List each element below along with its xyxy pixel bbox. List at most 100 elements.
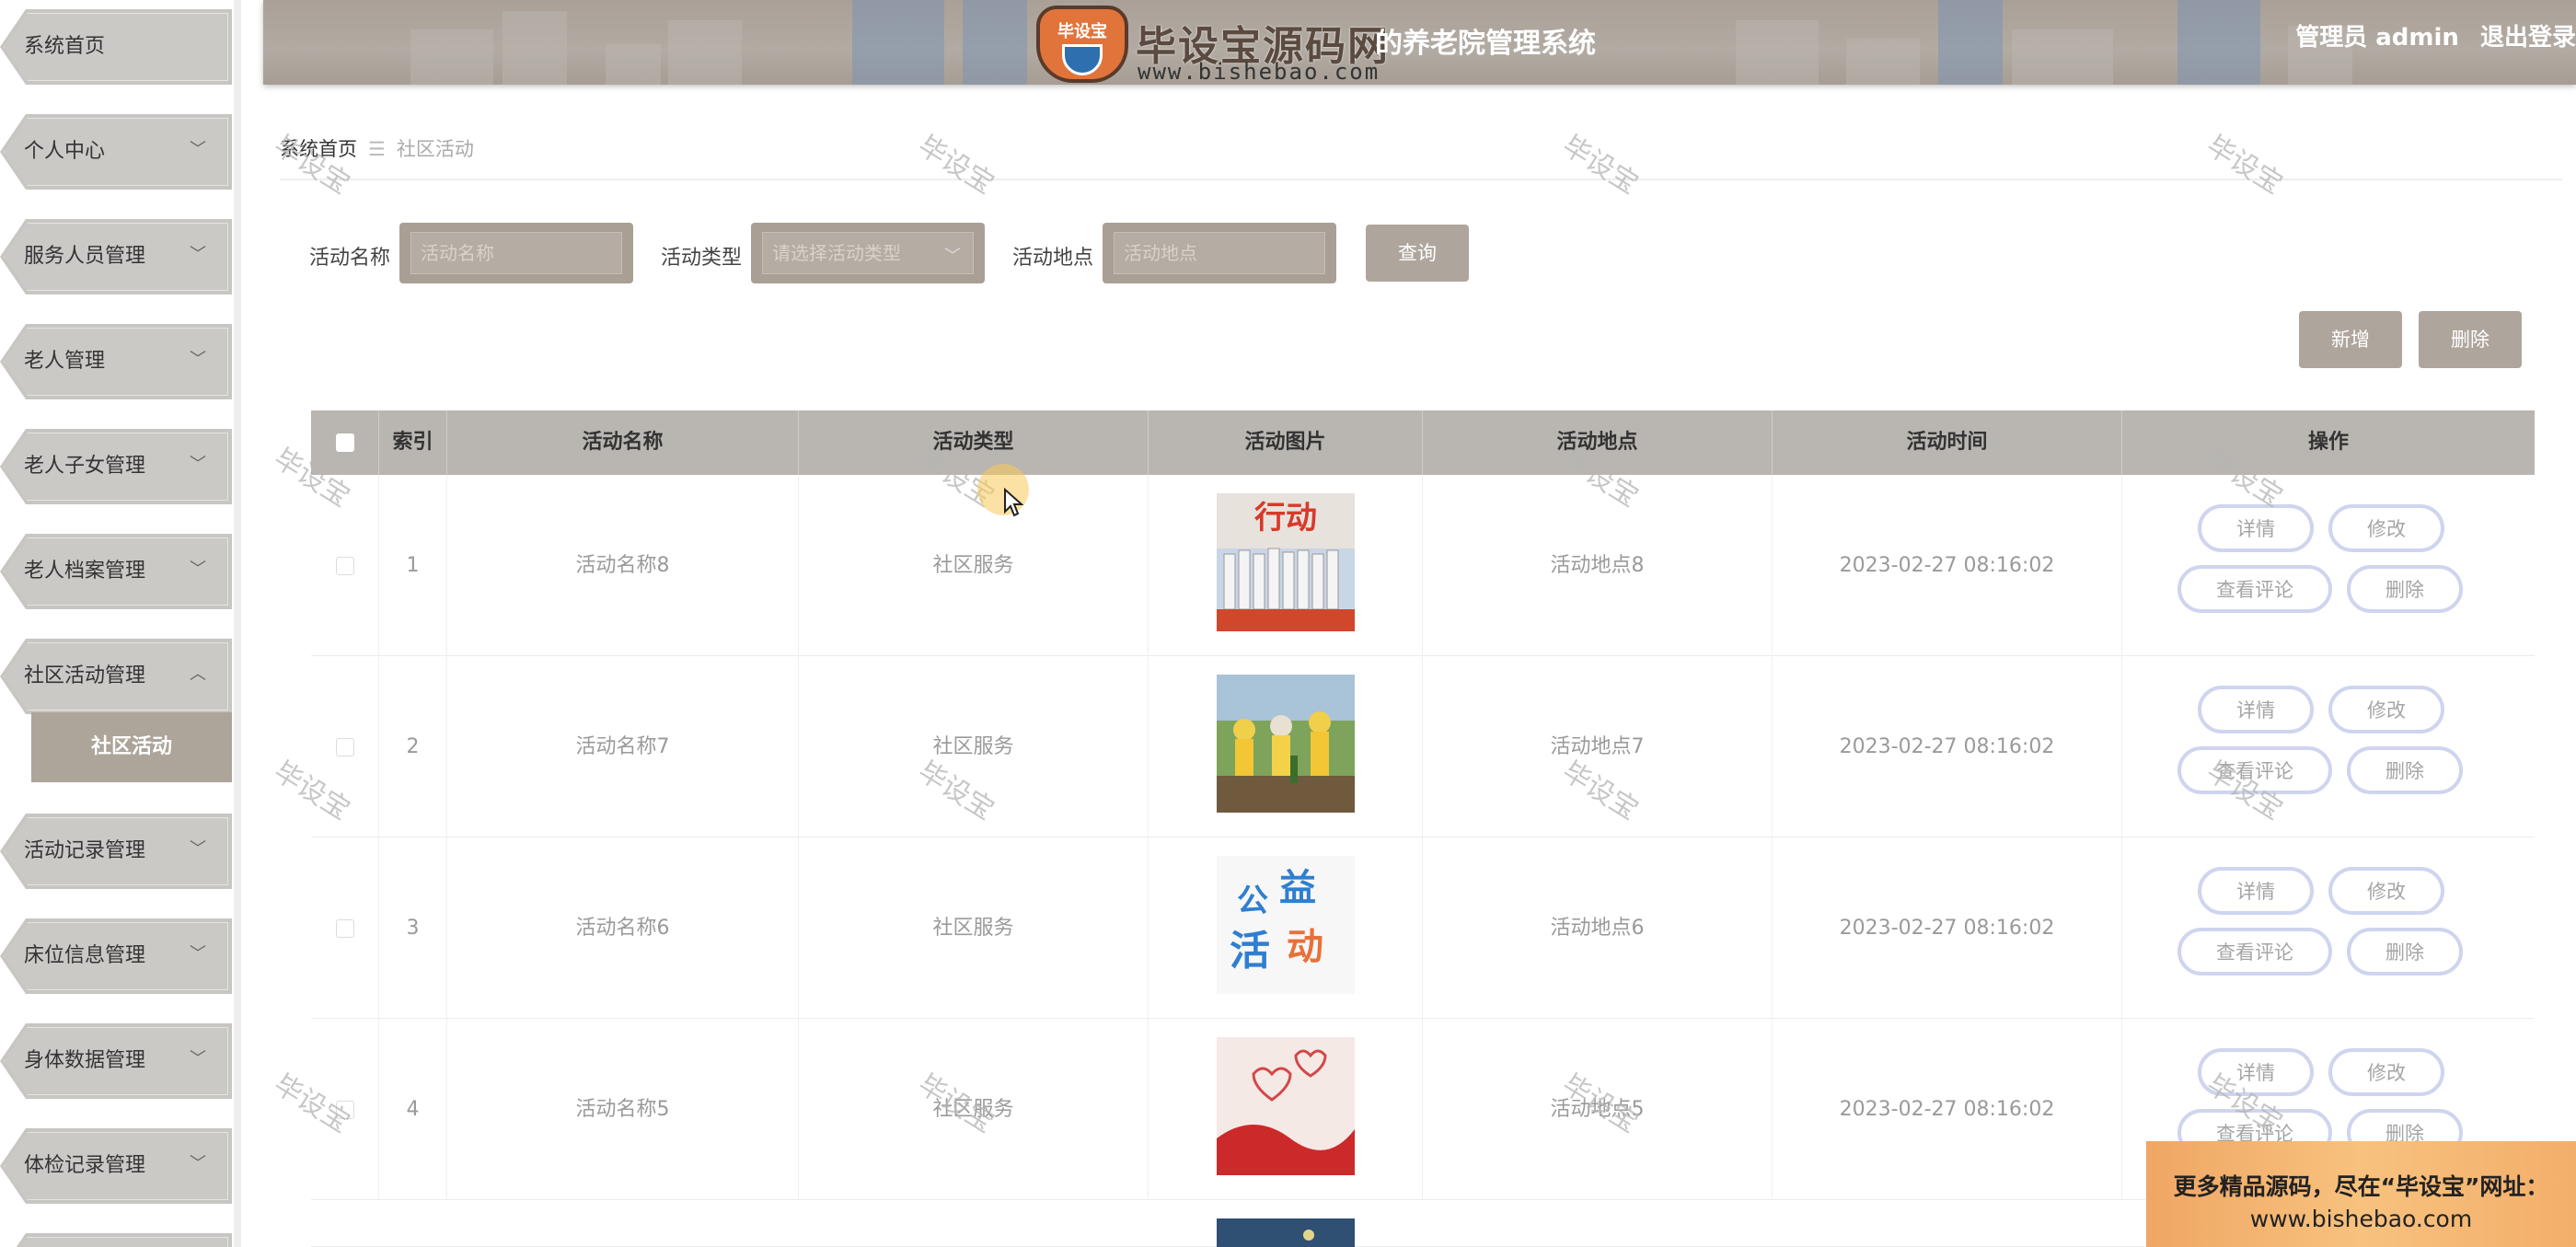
table-row: 1 活动名称8 社区服务 行动 活动地点8 2023-02-27 08:16:0… <box>311 475 2535 656</box>
detail-button[interactable]: 详情 <box>2198 867 2314 915</box>
activity-image-tree-planting[interactable] <box>1217 675 1355 813</box>
table-row: 2 活动名称7 社区服务 活动地点7 2023-02-27 08:16:02 详… <box>311 656 2535 837</box>
skyline-building <box>668 20 742 85</box>
chevron-down-icon: ﹀ <box>190 350 206 369</box>
sidebar-item-label: 活动记录管理 <box>24 839 146 862</box>
batch-delete-button[interactable]: 删除 <box>2419 311 2522 368</box>
skyline-building <box>606 44 661 85</box>
view-comments-button[interactable]: 查看评论 <box>2177 565 2332 613</box>
edit-button[interactable]: 修改 <box>2328 1048 2444 1096</box>
row-checkbox[interactable] <box>335 557 354 575</box>
chevron-down-icon: ﹀ <box>190 944 206 964</box>
sidebar-item-elderly[interactable]: 老人管理 ﹀ <box>0 324 232 399</box>
sidebar-item-label: 老人子女管理 <box>24 455 146 478</box>
cell-name: 活动名称5 <box>447 1019 799 1200</box>
detail-button[interactable]: 详情 <box>2198 1048 2314 1096</box>
activity-image-charity-logo[interactable]: 公 益 活 动 <box>1217 856 1355 994</box>
chevron-up-icon: ︿ <box>190 664 206 684</box>
sidebar: 系统首页 个人中心 ﹀ 服务人员管理 ﹀ 老人管理 ﹀ 老人子女管理 ﹀ 老人档… <box>0 0 241 1247</box>
logo-badge: 毕设宝 <box>1036 6 1128 83</box>
cell-location: 活动地点6 <box>1423 837 1773 1019</box>
delete-button[interactable]: 删除 <box>2347 746 2463 794</box>
chevron-down-icon: ﹀ <box>944 247 961 266</box>
edit-button[interactable]: 修改 <box>2328 686 2444 733</box>
sidebar-item-checkup[interactable]: 体检记录管理 ﹀ <box>0 1128 232 1204</box>
activity-image-group-photo[interactable]: 行动 <box>1217 493 1355 631</box>
cell-name: 活动名称7 <box>447 656 799 837</box>
select-all-cell <box>311 410 379 475</box>
skyline-building <box>1846 39 1920 85</box>
sidebar-item-label: 社区活动管理 <box>24 664 146 687</box>
breadcrumb-current: 社区活动 <box>396 138 474 160</box>
cell-type: 社区服务 <box>799 656 1149 837</box>
table-row: 3 活动名称6 社区服务 公 益 活 动 活动地点6 2023-02-27 08… <box>311 837 2535 1019</box>
sidebar-item-children[interactable]: 老人子女管理 ﹀ <box>0 429 232 504</box>
sidebar-item-label: 床位信息管理 <box>24 944 146 967</box>
skyline-building <box>410 29 493 85</box>
svg-text:益: 益 <box>1279 868 1316 908</box>
detail-button[interactable]: 详情 <box>2198 686 2314 733</box>
row-checkbox[interactable] <box>335 919 354 938</box>
sidebar-item-activity-records[interactable]: 活动记录管理 ﹀ <box>0 814 232 889</box>
skyline-building <box>963 0 1027 85</box>
logo-badge-text: 毕设宝 <box>1057 22 1107 41</box>
sidebar-item-community-activity[interactable]: 社区活动管理 ︿ <box>0 639 232 714</box>
cell-location: 活动地点5 <box>1423 1019 1773 1200</box>
sidebar-item-beds[interactable]: 床位信息管理 ﹀ <box>0 918 232 994</box>
add-button[interactable]: 新增 <box>2299 311 2402 368</box>
current-user: 管理员 admin <box>2295 24 2459 52</box>
cell-time: 2023-02-27 08:16:02 <box>1773 837 2122 1019</box>
table-header: 索引 活动名称 活动类型 活动图片 活动地点 活动时间 操作 <box>311 410 2535 475</box>
edit-button[interactable]: 修改 <box>2328 867 2444 915</box>
chevron-down-icon: ﹀ <box>190 560 206 579</box>
cell-index: 1 <box>379 475 447 656</box>
chevron-down-icon: ﹀ <box>190 455 206 474</box>
cell-actions <box>2122 656 2535 837</box>
view-comments-button[interactable]: 查看评论 <box>2177 928 2332 976</box>
sidebar-item-home[interactable]: 系统首页 <box>0 9 232 85</box>
view-comments-button[interactable]: 查看评论 <box>2177 746 2332 794</box>
sidebar-item-label: 老人管理 <box>24 350 106 373</box>
activity-name-input[interactable]: 活动名称 <box>399 223 633 283</box>
promo-line-2: www.bishebao.com <box>2249 1206 2473 1232</box>
sidebar-item-archives[interactable]: 老人档案管理 ﹀ <box>0 534 232 609</box>
select-all-checkbox[interactable] <box>335 433 354 452</box>
sidebar-subitem-community-activity[interactable]: 社区活动 <box>31 712 232 782</box>
sidebar-item-staff[interactable]: 服务人员管理 ﹀ <box>0 219 232 294</box>
row-checkbox[interactable] <box>335 1101 354 1119</box>
edit-button[interactable]: 修改 <box>2328 504 2444 552</box>
detail-button[interactable]: 详情 <box>2198 504 2314 552</box>
activity-image-partial[interactable] <box>1217 1218 1355 1247</box>
column-header: 操作 <box>2307 431 2349 454</box>
column-header: 活动时间 <box>1773 410 2122 475</box>
activity-type-select[interactable]: 请选择活动类型 ﹀ <box>751 223 985 283</box>
cell-index: 2 <box>379 656 447 837</box>
column-header: 活动名称 <box>447 410 799 475</box>
sidebar-item-body-data[interactable]: 身体数据管理 ﹀ <box>0 1023 232 1099</box>
mouse-pointer-icon <box>1004 488 1023 517</box>
skyline-building <box>852 0 944 85</box>
top-header: 毕设宝 毕设宝源码网 www.bishebao.com 的养老院管理系统 管理员… <box>263 0 2576 85</box>
promo-banner[interactable]: 更多精品源码，尽在“毕设宝”网址： www.bishebao.com <box>2146 1141 2576 1247</box>
logout-button[interactable]: 退出登录 <box>2480 24 2576 52</box>
cell-time: 2023-02-27 08:16:02 <box>1773 656 2122 837</box>
skyline-building <box>502 11 567 85</box>
cell-time: 2023-02-27 08:16:02 <box>1773 475 2122 656</box>
cell-actions <box>2122 475 2535 656</box>
sidebar-item-more[interactable] <box>0 1233 232 1247</box>
column-header: 索引 <box>379 410 447 475</box>
activity-image-hearts[interactable] <box>1217 1037 1355 1175</box>
row-checkbox[interactable] <box>335 738 354 756</box>
sidebar-item-label: 服务人员管理 <box>24 245 146 268</box>
delete-button[interactable]: 删除 <box>2347 565 2463 613</box>
activity-name-label: 活动名称 <box>309 247 391 270</box>
sidebar-item-personal-center[interactable]: 个人中心 ﹀ <box>0 114 232 190</box>
row-select-cell <box>311 837 379 1019</box>
svg-text:公: 公 <box>1237 883 1268 918</box>
query-button[interactable]: 查询 <box>1366 225 1469 282</box>
activity-location-input[interactable]: 活动地点 <box>1103 223 1336 283</box>
breadcrumb-home[interactable]: 系统首页 <box>280 138 357 160</box>
delete-button[interactable]: 删除 <box>2347 928 2463 976</box>
cell-type: 社区服务 <box>799 837 1149 1019</box>
logo-url: www.bishebao.com <box>1138 59 1380 85</box>
